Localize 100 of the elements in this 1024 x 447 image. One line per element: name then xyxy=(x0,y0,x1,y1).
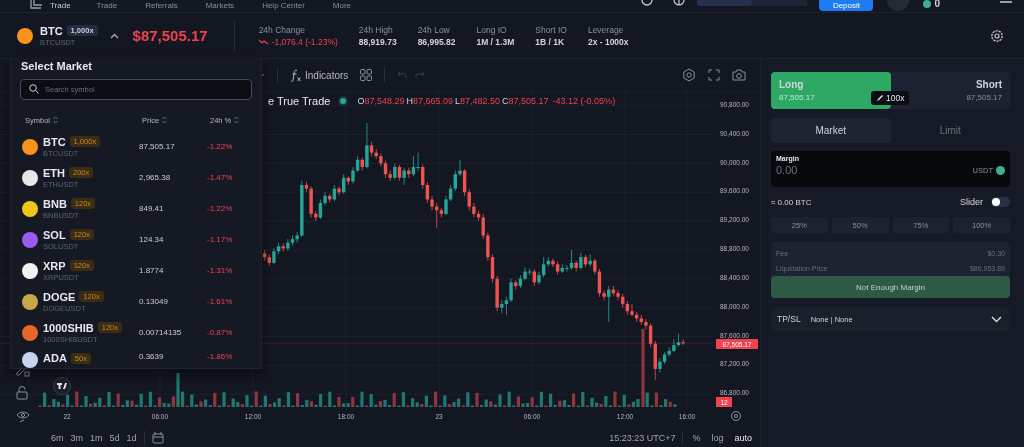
candlestick xyxy=(523,267,527,281)
candlestick xyxy=(379,153,383,168)
candlestick xyxy=(658,358,662,374)
candlestick xyxy=(565,265,569,273)
menu-icon[interactable] xyxy=(1000,0,1012,6)
nav-link[interactable]: More xyxy=(332,0,352,11)
price-text: 124.34 xyxy=(139,235,165,244)
symbol-text: SOL xyxy=(43,228,66,241)
candlestick xyxy=(672,339,676,354)
deposit-button[interactable]: Deposit xyxy=(819,0,874,11)
indicators-button[interactable]: Indicators xyxy=(290,68,349,82)
price-text: 849.41 xyxy=(139,204,165,213)
candlestick xyxy=(681,339,685,346)
ohlc-key: O xyxy=(357,96,365,107)
candlestick xyxy=(509,278,513,303)
timeframe-button[interactable]: 1m xyxy=(90,432,103,443)
clock-text: 15:23:23 UTC+7 xyxy=(609,432,676,443)
candlestick xyxy=(365,123,369,170)
candlestick xyxy=(323,192,327,206)
search-icon xyxy=(29,84,39,95)
scale-button[interactable]: log xyxy=(709,432,726,443)
nav-link[interactable]: Markets xyxy=(205,0,235,11)
sort-icon[interactable] xyxy=(234,116,240,125)
candlestick xyxy=(416,152,420,172)
trend-down-icon xyxy=(258,38,269,45)
change-text: -0.87% xyxy=(207,328,234,337)
settings-icon[interactable] xyxy=(990,28,1004,43)
change-text: -1.47% xyxy=(207,173,234,182)
candlestick xyxy=(351,166,355,185)
price-text: 87,505.17 xyxy=(139,142,176,151)
nav-link[interactable]: Referrals xyxy=(145,0,178,11)
price-text: 0.00714135 xyxy=(139,328,183,337)
chevron-down-icon xyxy=(991,315,1002,323)
candlestick xyxy=(537,271,541,286)
sort-icon[interactable] xyxy=(53,116,58,125)
candlestick xyxy=(286,239,290,252)
ohlc-key: H xyxy=(406,96,413,107)
stat-label: 24h High xyxy=(358,24,394,35)
leverage-tag[interactable]: 100x xyxy=(871,91,910,105)
chart-title: e True Trade xyxy=(268,95,331,108)
timeframe-button[interactable]: 1d xyxy=(126,432,137,443)
globe-icon[interactable] xyxy=(673,0,686,8)
candlestick xyxy=(467,189,471,212)
change-text: -1.22% xyxy=(207,204,234,213)
last-price: $87,505.17 xyxy=(132,27,208,44)
price-text: 0.3639 xyxy=(139,352,165,361)
scale-button[interactable]: auto xyxy=(732,432,754,443)
sort-icon[interactable] xyxy=(162,116,168,125)
candlestick xyxy=(402,167,406,186)
candlestick xyxy=(588,254,592,268)
ohlc-value: 87,548.29 xyxy=(364,96,405,107)
candlestick xyxy=(504,296,509,316)
calendar-icon[interactable] xyxy=(151,431,164,444)
caret-icon[interactable] xyxy=(109,32,119,39)
stat-label: Leverage xyxy=(587,24,625,35)
symbol-text: BNB xyxy=(43,197,67,210)
status-dot-icon xyxy=(340,98,347,105)
candlestick xyxy=(472,203,476,219)
candlestick xyxy=(616,290,620,302)
stat-label: Short IO xyxy=(535,24,567,35)
lock-icon[interactable] xyxy=(16,386,28,401)
stat-label: Long IO xyxy=(476,24,508,35)
margin-input[interactable]: 0.00 xyxy=(776,164,973,176)
timeframe-button[interactable]: 6m xyxy=(51,432,64,443)
symbol-text: BTC xyxy=(40,24,63,37)
caret-icon[interactable] xyxy=(259,72,265,78)
tpsl-label: TP/SL xyxy=(777,314,801,324)
function-icon xyxy=(290,68,302,82)
layout-icon[interactable] xyxy=(360,69,373,82)
timeframe-button[interactable]: 5d xyxy=(109,432,120,443)
ohlc-value: 87,482.50 xyxy=(460,96,501,107)
scale-button[interactable]: % xyxy=(690,432,703,443)
change-text: -1.31% xyxy=(207,266,234,275)
camera-icon[interactable] xyxy=(732,69,746,82)
order-type-tab[interactable]: Market xyxy=(771,118,891,143)
symbol-text: BTC xyxy=(43,135,66,148)
order-type-tab[interactable]: Limit xyxy=(890,118,1010,143)
price-text: 2,965.38 xyxy=(139,173,172,182)
tether-icon xyxy=(923,0,932,8)
change-value: -43.12 (-0.05%) xyxy=(552,96,616,107)
ohlc-key: L xyxy=(455,96,460,107)
symbol-text: 1000SHIB xyxy=(43,321,94,334)
nav-link[interactable]: Trade xyxy=(96,0,118,11)
settings-icon[interactable] xyxy=(682,68,696,83)
timeframe-button[interactable]: 3m xyxy=(70,432,84,443)
menu-title: Select Market xyxy=(21,60,93,72)
eye-icon[interactable] xyxy=(16,409,30,424)
settings-icon[interactable] xyxy=(731,411,741,422)
stat-value: 2x - 1000x xyxy=(587,36,629,47)
stat-value: 88,919.73 xyxy=(358,36,397,47)
stat-value: 86,995.82 xyxy=(417,36,456,47)
ohlc-key: C xyxy=(502,96,509,107)
symbol-text: ADA xyxy=(43,352,67,364)
nav-link[interactable]: Help Center xyxy=(262,0,305,11)
candlestick xyxy=(630,303,634,318)
price-text: 1.8774 xyxy=(139,266,165,275)
pencil-icon xyxy=(876,94,884,102)
slider-toggle[interactable] xyxy=(991,197,1010,207)
fullscreen-icon[interactable] xyxy=(708,69,720,82)
candlestick xyxy=(444,195,448,217)
